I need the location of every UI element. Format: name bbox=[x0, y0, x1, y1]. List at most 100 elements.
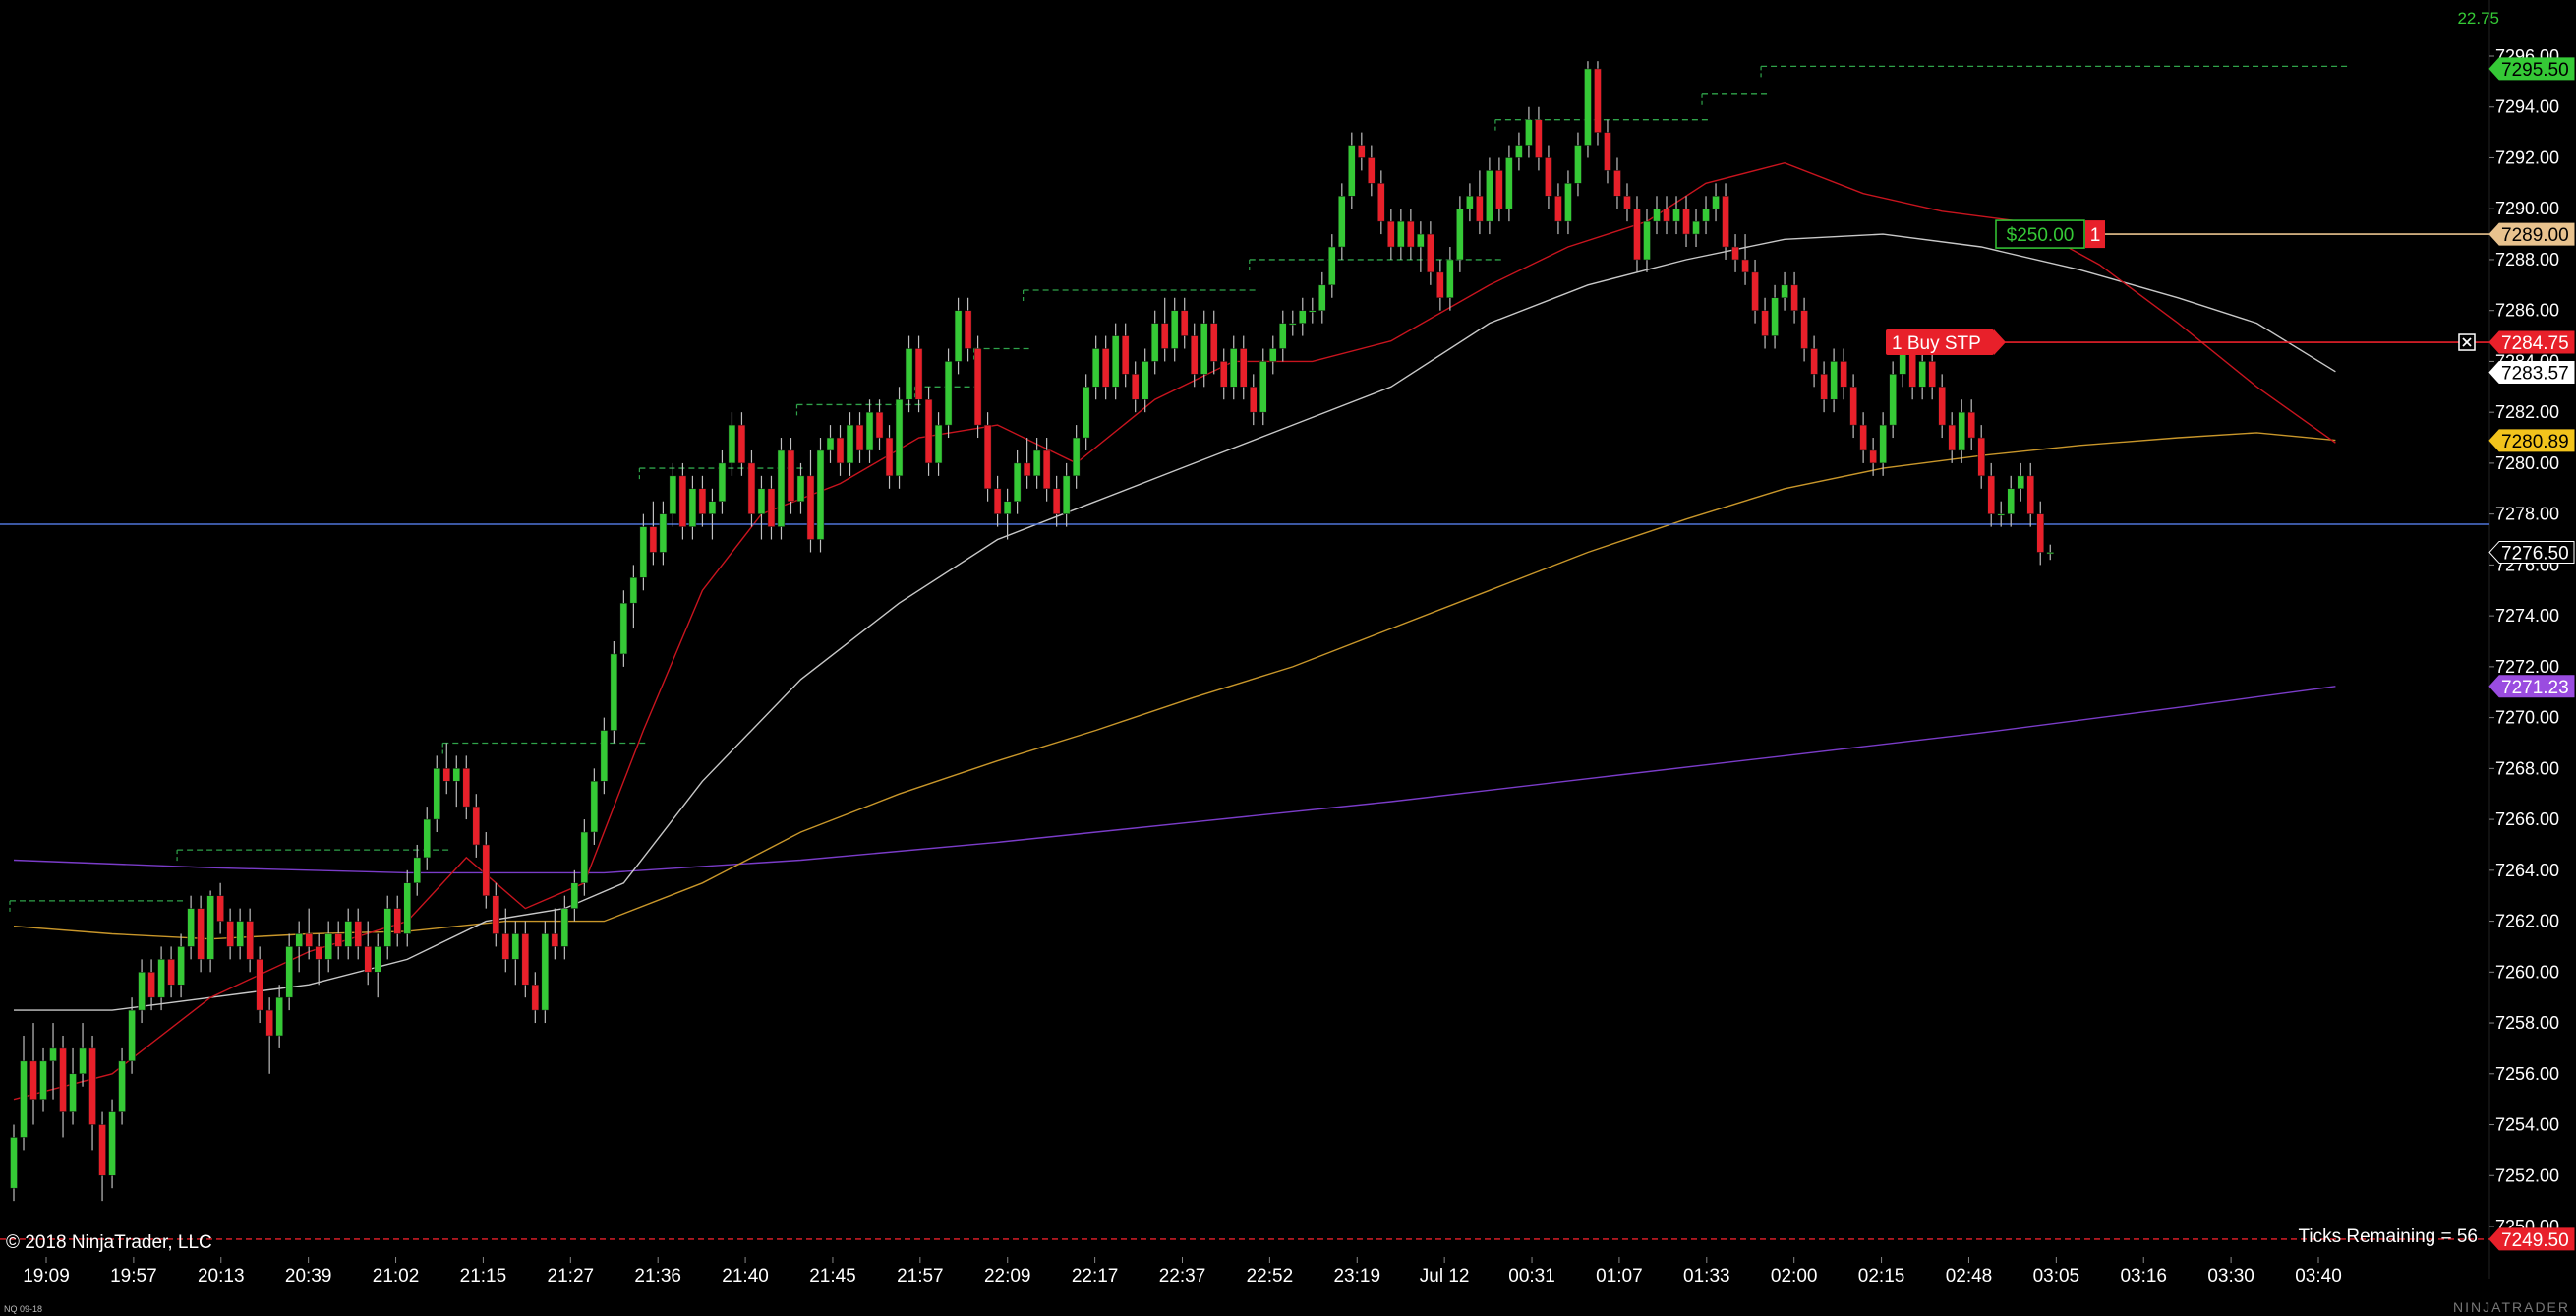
candle-up bbox=[1997, 513, 2005, 516]
ninjatrader-logo: NINJATRADER bbox=[2453, 1299, 2570, 1315]
y-tick-label: 7280.00 bbox=[2495, 453, 2559, 473]
x-tick-label: 21:15 bbox=[460, 1266, 507, 1286]
candle-down bbox=[983, 424, 992, 490]
candle-up bbox=[1032, 449, 1041, 477]
candle-down bbox=[1240, 348, 1248, 388]
x-tick-label: 02:00 bbox=[1771, 1266, 1818, 1286]
candle-up bbox=[108, 1111, 116, 1176]
y-tick-label: 7254.00 bbox=[2495, 1115, 2559, 1135]
candle-down bbox=[1427, 233, 1434, 273]
candle-up bbox=[275, 996, 283, 1037]
candle-up bbox=[1889, 374, 1897, 426]
candle-up bbox=[403, 882, 411, 934]
candle-up bbox=[433, 768, 441, 820]
candle-up bbox=[1348, 145, 1356, 197]
candle-up bbox=[1279, 323, 1287, 349]
candle-up bbox=[1830, 361, 1838, 400]
x-tick-label: 19:09 bbox=[23, 1266, 70, 1286]
y-tick-label: 7258.00 bbox=[2495, 1013, 2559, 1033]
x-tick-label: 01:07 bbox=[1596, 1266, 1643, 1286]
candle-up bbox=[1150, 323, 1159, 362]
position-qty-label: 1 bbox=[2090, 225, 2101, 246]
candle-up bbox=[49, 1047, 57, 1062]
candle-down bbox=[1741, 259, 1749, 273]
x-tick-label: 03:40 bbox=[2295, 1266, 2342, 1286]
price-marker-label: 7271.23 bbox=[2501, 678, 2569, 698]
x-tick-label: 22:09 bbox=[984, 1266, 1031, 1286]
candle-down bbox=[197, 908, 205, 960]
candle-down bbox=[1554, 196, 1562, 222]
candle-down bbox=[737, 424, 746, 464]
candle-down bbox=[531, 984, 540, 1011]
candle-up bbox=[1309, 310, 1317, 313]
x-tick-label: 03:05 bbox=[2033, 1266, 2080, 1286]
x-tick-label: 02:15 bbox=[1858, 1266, 1905, 1286]
candle-up bbox=[452, 768, 461, 782]
candle-up bbox=[600, 730, 609, 782]
price-marker-label: 7284.75 bbox=[2501, 333, 2569, 354]
candle-up bbox=[669, 475, 677, 514]
candle-down bbox=[964, 310, 972, 349]
candle-up bbox=[688, 488, 697, 527]
candle-up bbox=[344, 921, 352, 947]
candle-down bbox=[1219, 361, 1228, 388]
x-tick-label: 02:48 bbox=[1946, 1266, 1993, 1286]
candle-up bbox=[295, 933, 303, 947]
price-marker-label: 7280.89 bbox=[2501, 432, 2569, 452]
candle-up bbox=[1328, 246, 1336, 286]
y-tick-label: 7252.00 bbox=[2495, 1166, 2559, 1185]
candle-up bbox=[324, 933, 332, 960]
candle-up bbox=[413, 857, 421, 884]
candle-down bbox=[1131, 374, 1140, 400]
y-tick-label: 7288.00 bbox=[2495, 250, 2559, 269]
x-tick-label: 21:02 bbox=[373, 1266, 420, 1286]
top-value: 22.75 bbox=[2457, 9, 2499, 28]
candle-up bbox=[1072, 437, 1081, 477]
candle-up bbox=[2046, 552, 2054, 555]
y-tick-label: 7270.00 bbox=[2495, 708, 2559, 728]
candle-down bbox=[1623, 196, 1631, 209]
candle-down bbox=[1928, 361, 1936, 388]
instrument-label: NQ 09-18 bbox=[4, 1304, 42, 1314]
candle-down bbox=[649, 526, 658, 553]
candle-down bbox=[1121, 335, 1130, 375]
x-tick-label: 03:30 bbox=[2207, 1266, 2254, 1286]
candle-down bbox=[914, 348, 923, 400]
candle-down bbox=[29, 1060, 37, 1100]
candle-down bbox=[256, 959, 263, 1011]
candle-up bbox=[1584, 68, 1592, 146]
candle-up bbox=[1771, 297, 1779, 336]
candle-down bbox=[698, 488, 707, 514]
x-tick-label: 23:19 bbox=[1333, 1266, 1380, 1286]
candle-down bbox=[1023, 462, 1031, 477]
candle-up bbox=[187, 908, 195, 947]
y-tick-label: 7278.00 bbox=[2495, 505, 2559, 524]
candle-down bbox=[1594, 68, 1602, 133]
candle-down bbox=[806, 475, 815, 540]
candle-up bbox=[1456, 208, 1464, 261]
candle-up bbox=[944, 361, 953, 426]
candle-up bbox=[934, 424, 943, 464]
candle-up bbox=[1229, 348, 1238, 388]
x-tick-label: Jul 12 bbox=[1420, 1266, 1470, 1286]
candle-up bbox=[639, 526, 648, 578]
candle-down bbox=[167, 959, 175, 986]
candle-down bbox=[2036, 513, 2044, 553]
candle-down bbox=[875, 411, 884, 439]
candle-up bbox=[1781, 284, 1788, 299]
candle-up bbox=[423, 818, 432, 859]
y-tick-label: 7262.00 bbox=[2495, 912, 2559, 931]
x-tick-label: 20:13 bbox=[198, 1266, 245, 1286]
candle-up bbox=[2017, 475, 2024, 490]
candle-down bbox=[1407, 220, 1415, 248]
buy-stop-order-label: 1 Buy STP bbox=[1892, 333, 1981, 354]
candle-up bbox=[1338, 196, 1346, 248]
x-tick-label: 21:36 bbox=[634, 1266, 681, 1286]
y-tick-label: 7260.00 bbox=[2495, 962, 2559, 982]
candle-down bbox=[1495, 170, 1503, 209]
y-tick-label: 7292.00 bbox=[2495, 148, 2559, 167]
candle-up bbox=[39, 1060, 47, 1100]
candle-down bbox=[1545, 157, 1552, 197]
candle-up bbox=[1013, 462, 1022, 502]
price-chart[interactable]: 7296.007294.007292.007290.007288.007286.… bbox=[0, 0, 2576, 1316]
